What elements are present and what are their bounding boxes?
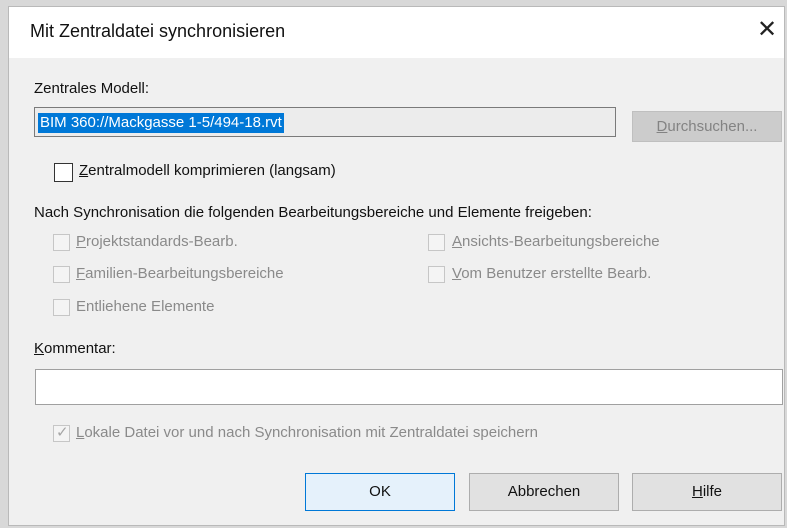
title-bar: Mit Zentraldatei synchronisieren ✕ xyxy=(9,7,784,58)
families-text: amilien-Bearbeitungsbereiche xyxy=(85,265,284,282)
release-families-checkbox[interactable] xyxy=(53,266,70,283)
browse-button-label: urchsuchen... xyxy=(667,118,758,135)
central-model-path-field[interactable]: BIM 360://Mackgasse 1-5/494-18.rvt xyxy=(34,107,616,137)
views-accesskey: A xyxy=(452,233,463,250)
release-families-label: Familien-Bearbeitungsbereiche xyxy=(76,265,284,282)
comment-input[interactable] xyxy=(35,369,783,405)
browse-button[interactable]: Durchsuchen... xyxy=(632,111,782,142)
release-views-label: Ansichts-Bearbeitungsbereiche xyxy=(452,233,660,250)
compress-label-text: entralmodell komprimieren (langsam) xyxy=(88,162,336,179)
comment-label-text: ommentar: xyxy=(44,340,116,357)
compress-checkbox[interactable] xyxy=(54,163,73,182)
release-heading: Nach Synchronisation die folgenden Bearb… xyxy=(34,204,592,221)
save-local-label: Lokale Datei vor und nach Synchronisatio… xyxy=(76,424,538,441)
comment-accesskey: K xyxy=(34,340,45,357)
save-local-checkbox[interactable]: ✓ xyxy=(53,424,70,442)
release-views-checkbox[interactable] xyxy=(428,234,445,251)
release-borrowed-elements-checkbox[interactable] xyxy=(53,299,70,316)
project-standards-text: rojektstandards-Bearb. xyxy=(86,233,238,250)
release-borrowed-elements-label: Entliehene Elemente xyxy=(76,298,215,315)
sync-dialog: Mit Zentraldatei synchronisieren ✕ Zentr… xyxy=(8,6,785,526)
central-model-path-value: BIM 360://Mackgasse 1-5/494-18.rvt xyxy=(38,113,284,133)
cancel-button[interactable]: Abbrechen xyxy=(469,473,619,511)
help-accesskey: H xyxy=(691,483,703,500)
close-icon[interactable]: ✕ xyxy=(756,18,778,42)
user-created-accesskey: V xyxy=(452,265,462,282)
help-button-label: ilfe xyxy=(702,483,723,500)
release-project-standards-checkbox[interactable] xyxy=(53,234,70,251)
browse-button-accesskey: D xyxy=(656,118,668,135)
user-created-text: om Benutzer erstellte Bearb. xyxy=(461,265,652,282)
compress-accesskey: Z xyxy=(79,162,89,179)
dialog-title: Mit Zentraldatei synchronisieren xyxy=(30,21,286,41)
ok-button[interactable]: OK xyxy=(305,473,455,511)
help-button[interactable]: Hilfe xyxy=(632,473,782,511)
release-project-standards-label: Projektstandards-Bearb. xyxy=(76,233,238,250)
comment-label: Kommentar: xyxy=(34,340,116,357)
project-standards-accesskey: P xyxy=(76,233,87,250)
compress-label: Zentralmodell komprimieren (langsam) xyxy=(79,162,336,179)
checkmark-icon: ✓ xyxy=(56,424,69,441)
families-accesskey: F xyxy=(76,265,86,282)
views-text: nsichts-Bearbeitungsbereiche xyxy=(462,233,660,250)
save-local-text: okale Datei vor und nach Synchronisation… xyxy=(84,424,538,441)
release-user-created-label: Vom Benutzer erstellte Bearb. xyxy=(452,265,651,282)
release-user-created-checkbox[interactable] xyxy=(428,266,445,283)
central-model-label: Zentrales Modell: xyxy=(34,80,150,97)
